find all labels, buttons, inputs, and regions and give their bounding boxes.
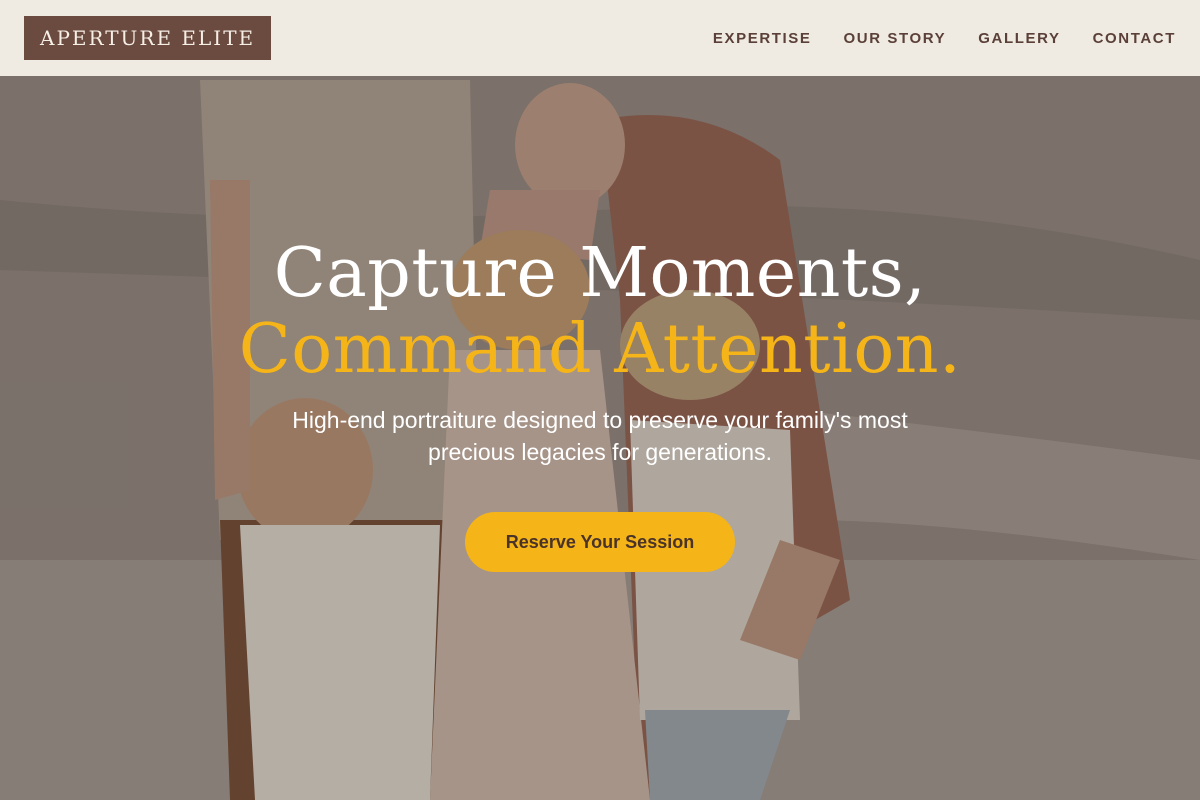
nav-link-our-story[interactable]: OUR STORY — [844, 30, 947, 47]
main-nav: EXPERTISE OUR STORY GALLERY CONTACT — [681, 30, 1176, 47]
hero-content: Capture Moments, Command Attention. High… — [0, 232, 1200, 572]
nav-link-gallery[interactable]: GALLERY — [978, 30, 1060, 47]
site-header: APERTURE ELITE EXPERTISE OUR STORY GALLE… — [0, 0, 1200, 76]
reserve-session-button[interactable]: Reserve Your Session — [465, 512, 735, 572]
nav-link-expertise[interactable]: EXPERTISE — [713, 30, 812, 47]
hero-headline-line1: Capture Moments, — [273, 234, 927, 313]
brand-logo[interactable]: APERTURE ELITE — [24, 16, 272, 60]
hero-subtitle: High-end portraiture designed to preserv… — [292, 407, 908, 465]
nav-link-contact[interactable]: CONTACT — [1093, 30, 1176, 47]
hero-headline-line2: Command Attention. — [238, 310, 962, 389]
